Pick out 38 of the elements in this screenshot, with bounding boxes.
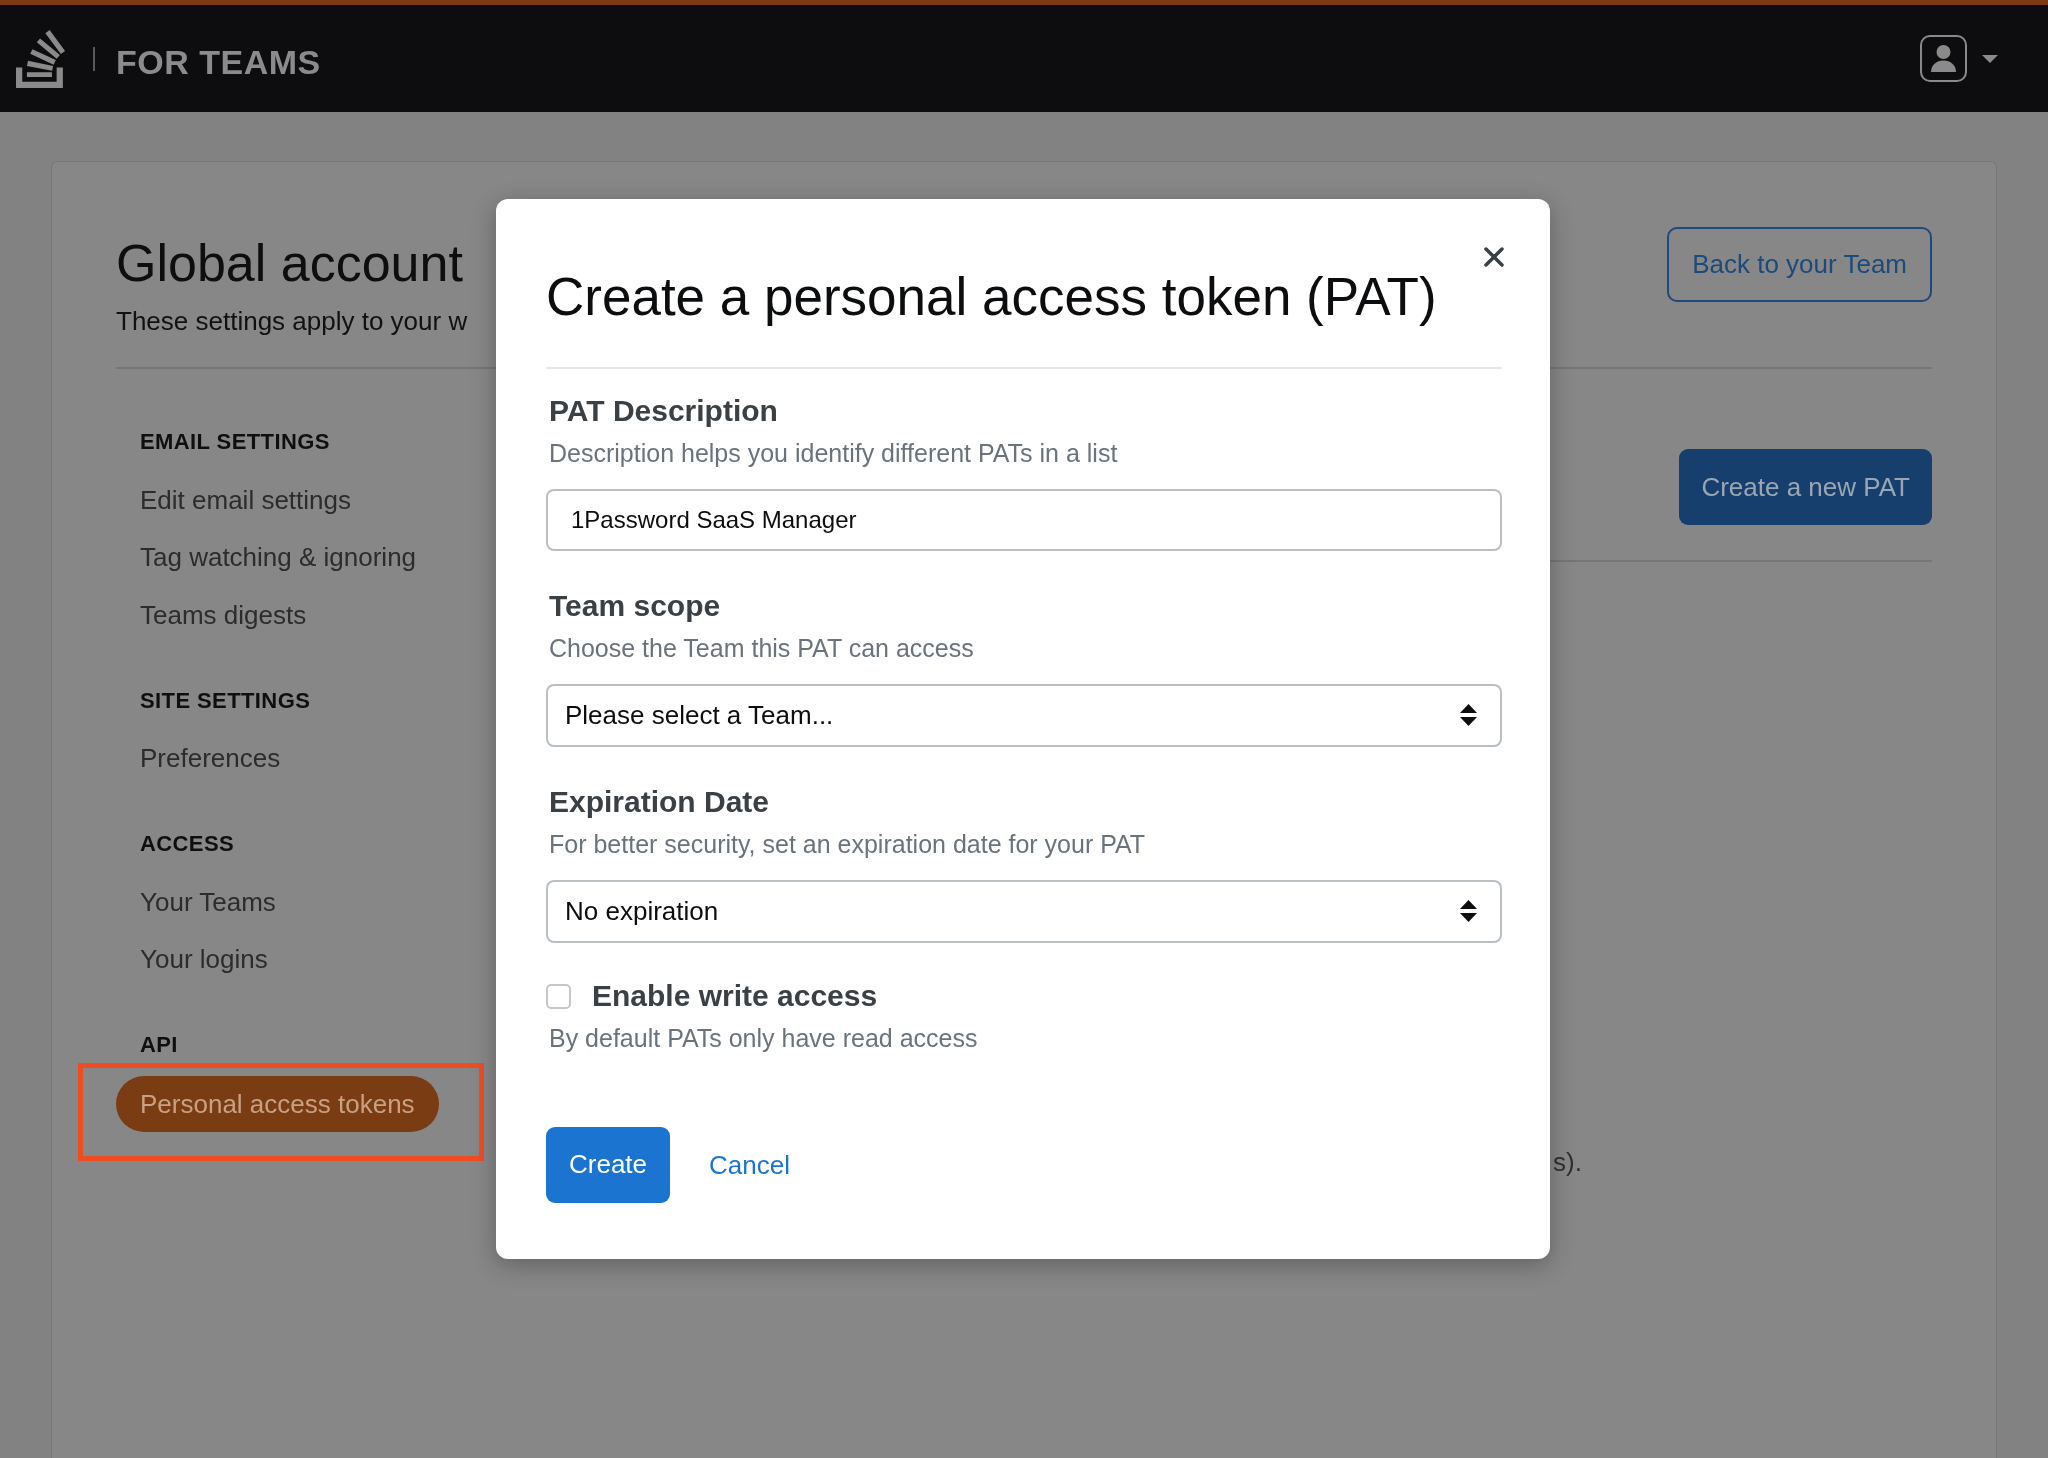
checkbox-label[interactable]: Enable write access <box>592 978 878 1015</box>
checkbox[interactable] <box>546 983 571 1009</box>
page-subtitle: These settings apply to your w <box>116 305 468 338</box>
up-down-arrows-icon <box>1460 704 1477 727</box>
field-help: For better security, set an expiration date for your PAT <box>549 828 1146 860</box>
sidebar-item[interactable]: Your logins <box>116 944 292 974</box>
select-field[interactable]: Please select a Team... <box>546 683 1502 747</box>
page-title: Global account <box>116 233 464 294</box>
sidebar-item[interactable]: Teams digests <box>116 599 331 630</box>
logo-icon[interactable] <box>16 29 66 88</box>
up-down-arrows-icon <box>1460 900 1477 923</box>
field-help: Description helps you identify different PATs in a list <box>549 437 1118 469</box>
sidebar-item[interactable]: Personal access tokens <box>116 1076 439 1132</box>
sidebar-item[interactable]: Preferences <box>116 743 305 773</box>
sidebar-item[interactable]: Your Teams <box>116 886 300 917</box>
create-button[interactable]: Create <box>546 1126 671 1203</box>
sidebar-heading: SITE SETTINGS <box>139 686 311 715</box>
user-avatar-icon[interactable] <box>1920 35 1967 82</box>
body-text: s). <box>1553 1147 1582 1177</box>
field-label: Team scope <box>549 588 721 624</box>
new-pat-button[interactable]: Create a new PAT <box>1679 449 1932 525</box>
sidebar-heading: API <box>139 1031 178 1059</box>
field-help: By default PATs only have read access <box>549 1023 978 1055</box>
cancel-link[interactable]: Cancel <box>709 1147 790 1182</box>
sidebar-item[interactable]: Tag watching & ignoring <box>116 542 441 572</box>
brand-text[interactable]: FOR TEAMS <box>116 35 321 82</box>
field-help: Choose the Team this PAT can access <box>549 632 974 664</box>
back-button[interactable]: Back to your Team <box>1667 227 1932 302</box>
dialog-title: Create a personal access token (PAT) <box>546 266 1438 328</box>
sidebar-heading: ACCESS <box>139 830 235 858</box>
sidebar-heading: EMAIL SETTINGS <box>139 428 330 456</box>
field-label: Expiration Date <box>549 783 770 820</box>
select-field[interactable]: No expiration <box>546 879 1502 943</box>
caret-icon[interactable] <box>1982 54 1998 63</box>
text-input[interactable]: 1Password SaaS Manager <box>546 489 1502 551</box>
close-icon <box>1484 247 1504 267</box>
field-label: PAT Description <box>549 393 778 429</box>
sidebar-item[interactable]: Edit email settings <box>116 484 375 515</box>
